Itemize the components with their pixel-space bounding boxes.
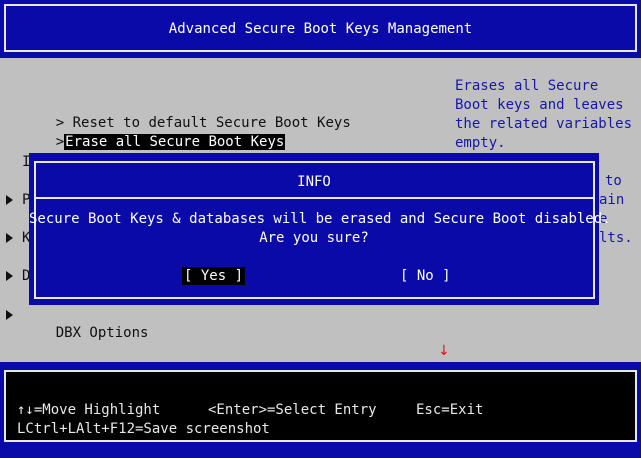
help-text-fragment: to — [605, 173, 622, 189]
menu-item-label: DBX Options — [55, 325, 149, 341]
hint-save-screenshot: LCtrl+LAlt+F12=Save screenshot — [17, 421, 270, 437]
no-button[interactable]: [ No ] — [398, 267, 453, 285]
info-dialog: INFO Secure Boot Keys & databases will b… — [29, 153, 611, 305]
menu-item-dbx-options[interactable]: DBX Options — [22, 306, 149, 360]
page-title: Advanced Secure Boot Keys Management — [168, 21, 473, 37]
hint-exit: Esc=Exit — [416, 402, 484, 418]
submenu-arrow-icon — [6, 310, 13, 320]
yes-button[interactable]: [ Yes ] — [182, 267, 246, 285]
menu-item-pointer: > — [55, 134, 65, 150]
hint-move-highlight: ↑↓=Move Highlight — [17, 402, 161, 418]
submenu-arrow-icon — [6, 233, 13, 243]
dialog-message: Secure Boot Keys & databases will be era… — [29, 211, 611, 227]
hint-select-entry: <Enter>=Select Entry — [208, 402, 377, 418]
help-text-line: empty. — [455, 135, 506, 151]
dialog-question: Are you sure? — [259, 230, 369, 246]
footer-bar: ↑↓=Move Highlight <Enter>=Select Entry E… — [0, 362, 641, 458]
scroll-down-icon: ↓ — [438, 343, 450, 359]
help-text-line: Boot keys and leaves — [455, 97, 624, 113]
help-text-line: the related variables — [455, 116, 633, 132]
help-text-line: Erases all Secure — [455, 78, 599, 94]
submenu-arrow-icon — [6, 271, 13, 281]
submenu-arrow-icon — [6, 195, 13, 205]
header-bar: Advanced Secure Boot Keys Management — [0, 0, 641, 58]
footer-panel: ↑↓=Move Highlight <Enter>=Select Entry E… — [4, 370, 637, 442]
help-text-fragment: ain — [599, 192, 625, 208]
help-text-fragment: lts. — [599, 230, 633, 246]
dialog-separator — [34, 197, 595, 199]
menu-item-label: Erase all Secure Boot Keys — [64, 134, 286, 150]
dialog-title: INFO — [297, 174, 331, 190]
